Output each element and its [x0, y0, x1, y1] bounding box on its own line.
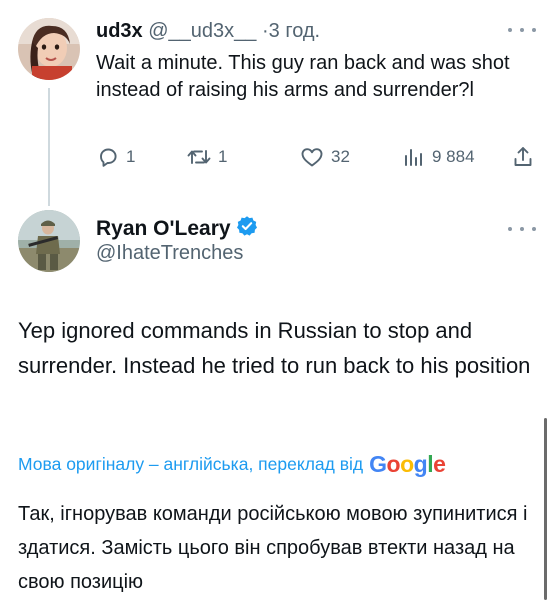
translation-link[interactable]: Мова оригіналу – англійська, переклад ві… — [18, 454, 363, 475]
reply-tweet-header: ud3x @__ud3x__ ·3 год. — [96, 20, 320, 43]
retweet-icon — [186, 145, 212, 169]
like-button[interactable]: 32 — [299, 145, 350, 169]
reply-button[interactable]: 1 — [96, 145, 135, 169]
views-count: 9 884 — [432, 147, 475, 166]
google-logo: Google — [369, 451, 446, 477]
main-author-name-row: Ryan O'Leary — [96, 215, 258, 243]
reply-action-bar: 1 1 32 9 884 — [96, 145, 544, 171]
reply-icon — [96, 145, 120, 169]
views-icon — [402, 145, 426, 169]
reply-author-name[interactable]: ud3x — [96, 20, 143, 42]
reply-timestamp[interactable]: 3 год. — [269, 20, 320, 42]
share-icon — [511, 145, 535, 169]
reply-tweet-text: Wait a minute. This guy ran back and was… — [96, 52, 510, 101]
more-options-icon[interactable] — [508, 222, 536, 236]
reply-count: 1 — [126, 147, 136, 166]
retweet-count: 1 — [218, 147, 228, 166]
main-author-handle[interactable]: @IhateTrenches — [96, 242, 243, 265]
thread-connector-line — [48, 88, 50, 206]
reply-author-handle[interactable]: @__ud3x__ — [148, 20, 256, 42]
translation-attribution: Мова оригіналу – англійська, переклад ві… — [18, 451, 446, 478]
share-button[interactable] — [511, 145, 535, 169]
retweet-button[interactable]: 1 — [186, 145, 227, 169]
main-tweet-text: Yep ignored commands in Russian to stop … — [18, 318, 531, 378]
reply-author-avatar[interactable] — [18, 18, 80, 80]
translated-tweet-text: Так, ігнорував команди російською мовою … — [18, 503, 528, 593]
views-button[interactable]: 9 884 — [402, 145, 475, 169]
scrollbar[interactable] — [544, 418, 547, 600]
more-options-icon[interactable] — [508, 23, 536, 37]
like-icon — [299, 145, 325, 169]
header-separator: · — [261, 20, 269, 42]
main-author-name[interactable]: Ryan O'Leary — [96, 217, 231, 241]
verified-badge-icon — [236, 215, 258, 243]
like-count: 32 — [331, 147, 350, 166]
main-author-avatar[interactable] — [18, 210, 80, 272]
